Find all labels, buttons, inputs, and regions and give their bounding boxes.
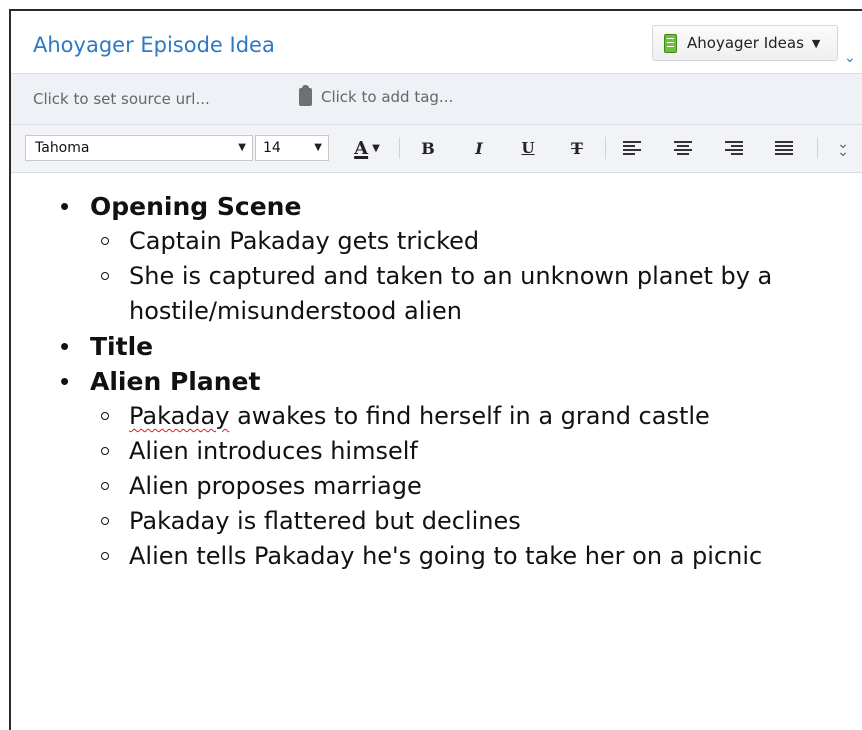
tag-placeholder: Click to add tag...: [321, 88, 454, 106]
double-chevron-down-icon: ⌄ ⌄: [837, 135, 849, 160]
notebook-icon: [664, 33, 677, 53]
strikethrough-button[interactable]: T: [564, 135, 590, 161]
list-item: Pakaday is flattered but declines: [70, 504, 851, 539]
toolbar-divider: [605, 137, 606, 159]
note-title[interactable]: Ahoyager Episode Idea: [33, 33, 275, 57]
caret-down-icon: ▼: [372, 142, 380, 154]
note-header: Ahoyager Episode Idea Ahoyager Ideas ▼ ⌄: [11, 11, 862, 73]
sub-list: Captain Pakaday gets tricked She is capt…: [90, 224, 851, 329]
align-center-icon: [674, 141, 692, 155]
list-item-text: Pakaday is flattered but declines: [129, 507, 521, 535]
align-justify-button[interactable]: [771, 135, 797, 161]
caret-down-icon: ▼: [314, 142, 322, 153]
note-content-area[interactable]: • Opening Scene Captain Pakaday gets tri…: [11, 173, 862, 730]
list-item: Captain Pakaday gets tricked: [70, 224, 851, 259]
tag-field[interactable]: Click to add tag...: [299, 85, 454, 106]
caret-down-icon: ▼: [811, 36, 821, 50]
section-heading: Title: [90, 332, 154, 361]
source-url-field[interactable]: Click to set source url...: [33, 90, 210, 108]
circle-bullet-icon: [101, 447, 109, 455]
font-color-icon: A: [354, 137, 369, 159]
section-heading: Alien Planet: [90, 367, 261, 396]
bold-button[interactable]: B: [415, 135, 441, 161]
circle-bullet-icon: [101, 272, 109, 280]
list-item-text: Alien proposes marriage: [129, 472, 422, 500]
list-item: • Title: [11, 329, 851, 364]
list-item: Alien introduces himself: [70, 434, 851, 469]
list-item-text: Pakaday awakes to find herself in a gran…: [129, 402, 710, 430]
font-size-value: 14: [263, 140, 281, 156]
list-item: • Opening Scene Captain Pakaday gets tri…: [11, 189, 851, 329]
align-right-button[interactable]: [721, 135, 747, 161]
sub-list: Pakaday awakes to find herself in a gran…: [90, 399, 851, 574]
bullet-icon: •: [60, 366, 70, 396]
list-item: She is captured and taken to an unknown …: [70, 259, 851, 329]
circle-bullet-icon: [101, 482, 109, 490]
caret-down-icon: ▼: [238, 142, 246, 153]
font-color-button[interactable]: A ▼: [343, 135, 391, 161]
align-center-button[interactable]: [670, 135, 696, 161]
align-right-icon: [725, 141, 743, 155]
align-left-button[interactable]: [619, 135, 645, 161]
list-item: • Alien Planet Pakaday awakes to find he…: [11, 364, 851, 574]
bullet-icon: •: [60, 191, 70, 221]
circle-bullet-icon: [101, 517, 109, 525]
section-heading: Opening Scene: [90, 192, 302, 221]
list-item: Alien tells Pakaday he's going to take h…: [70, 539, 851, 574]
align-left-icon: [623, 141, 641, 155]
misspelled-word[interactable]: Pakaday: [129, 402, 229, 430]
tag-icon: [299, 85, 312, 106]
formatting-toolbar: Tahoma ▼ 14 ▼ A ▼ B I U T ⌄ ⌄: [11, 125, 862, 173]
list-item-text: Alien introduces himself: [129, 437, 418, 465]
underline-button[interactable]: U: [515, 135, 541, 161]
font-family-select[interactable]: Tahoma ▼: [25, 135, 253, 161]
outline-list: • Opening Scene Captain Pakaday gets tri…: [11, 189, 851, 574]
list-item-text: Captain Pakaday gets tricked: [129, 227, 480, 255]
circle-bullet-icon: [101, 552, 109, 560]
bullet-icon: •: [60, 331, 70, 361]
notebook-selector-button[interactable]: Ahoyager Ideas ▼: [652, 25, 838, 61]
toolbar-divider: [817, 137, 818, 159]
italic-button[interactable]: I: [466, 135, 492, 161]
font-size-select[interactable]: 14 ▼: [255, 135, 329, 161]
chevron-down-icon[interactable]: ⌄: [844, 51, 856, 65]
list-item: Alien proposes marriage: [70, 469, 851, 504]
circle-bullet-icon: [101, 237, 109, 245]
toolbar-divider: [399, 137, 400, 159]
list-item-text: She is captured and taken to an unknown …: [129, 262, 773, 325]
list-item-text: Alien tells Pakaday he's going to take h…: [129, 542, 763, 570]
note-editor-window: Ahoyager Episode Idea Ahoyager Ideas ▼ ⌄…: [9, 9, 862, 730]
more-tools-button[interactable]: ⌄ ⌄: [833, 135, 853, 161]
align-justify-icon: [775, 141, 793, 155]
list-item: Pakaday awakes to find herself in a gran…: [70, 399, 851, 434]
notebook-label: Ahoyager Ideas: [687, 34, 804, 52]
note-meta-bar: Click to set source url... Click to add …: [11, 73, 862, 125]
circle-bullet-icon: [101, 412, 109, 420]
font-family-value: Tahoma: [35, 140, 90, 156]
